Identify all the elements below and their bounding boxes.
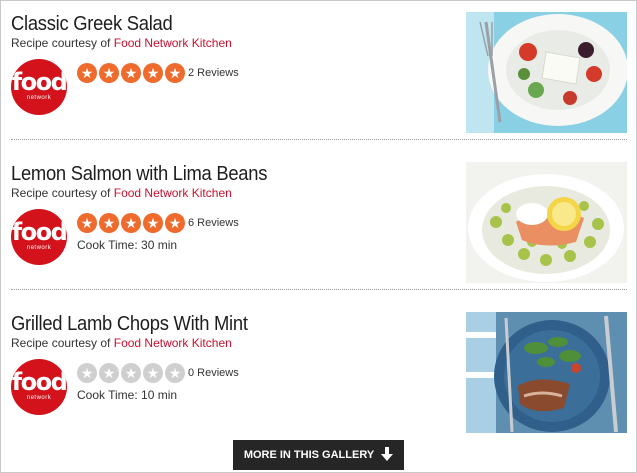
- star-rating: ★ ★ ★ ★ ★ 6 Reviews: [77, 213, 239, 233]
- review-count[interactable]: 6 Reviews: [188, 217, 239, 229]
- more-in-gallery-button[interactable]: MORE IN THIS GALLERY: [233, 440, 404, 470]
- star-icon: ★: [165, 63, 185, 83]
- recipe-photo[interactable]: [466, 312, 627, 433]
- courtesy-prefix: Recipe courtesy of: [11, 336, 111, 350]
- star-rating: ★ ★ ★ ★ ★ 2 Reviews: [77, 63, 239, 83]
- star-icon: ★: [99, 363, 119, 383]
- food-network-logo: food network: [11, 209, 67, 265]
- arrow-down-icon: [381, 446, 394, 464]
- star-icon: ★: [165, 363, 185, 383]
- star-icon: ★: [121, 213, 141, 233]
- recipe-card[interactable]: Grilled Lamb Chops With Mint Recipe cour…: [11, 312, 627, 434]
- logo-subtitle: network: [26, 245, 52, 251]
- star-icon: ★: [77, 213, 97, 233]
- star-icon: ★: [99, 213, 119, 233]
- star-icon: ★: [143, 363, 163, 383]
- divider: [11, 289, 627, 290]
- courtesy-prefix: Recipe courtesy of: [11, 36, 111, 50]
- recipe-courtesy: Recipe courtesy of Food Network Kitchen: [11, 36, 232, 50]
- recipe-title[interactable]: Classic Greek Salad: [11, 12, 173, 36]
- star-rating: ★ ★ ★ ★ ★ 0 Reviews: [77, 363, 239, 383]
- star-icon: ★: [99, 63, 119, 83]
- source-link[interactable]: Food Network Kitchen: [114, 36, 232, 50]
- logo-subtitle: network: [26, 395, 52, 401]
- recipe-card[interactable]: Classic Greek Salad Recipe courtesy of F…: [11, 12, 627, 134]
- review-count[interactable]: 0 Reviews: [188, 367, 239, 379]
- star-icon: ★: [77, 363, 97, 383]
- cook-time: Cook Time: 30 min: [77, 238, 178, 252]
- recipe-gallery: Classic Greek Salad Recipe courtesy of F…: [0, 0, 637, 473]
- recipe-photo[interactable]: [466, 12, 627, 133]
- more-button-label: MORE IN THIS GALLERY: [243, 449, 375, 461]
- logo-wordmark: food: [11, 368, 67, 396]
- source-link[interactable]: Food Network Kitchen: [114, 186, 232, 200]
- source-link[interactable]: Food Network Kitchen: [114, 336, 232, 350]
- logo-wordmark: food: [11, 218, 67, 246]
- divider: [11, 139, 627, 140]
- courtesy-prefix: Recipe courtesy of: [11, 186, 111, 200]
- review-count[interactable]: 2 Reviews: [188, 67, 239, 79]
- star-icon: ★: [165, 213, 185, 233]
- star-icon: ★: [121, 363, 141, 383]
- recipe-title[interactable]: Lemon Salmon with Lima Beans: [11, 162, 267, 186]
- star-icon: ★: [143, 63, 163, 83]
- recipe-photo[interactable]: [466, 162, 627, 283]
- recipe-courtesy: Recipe courtesy of Food Network Kitchen: [11, 336, 232, 350]
- recipe-title[interactable]: Grilled Lamb Chops With Mint: [11, 312, 248, 336]
- food-network-logo: food network: [11, 59, 67, 115]
- logo-wordmark: food: [11, 68, 67, 96]
- star-icon: ★: [121, 63, 141, 83]
- star-icon: ★: [143, 213, 163, 233]
- logo-subtitle: network: [26, 95, 52, 101]
- recipe-card[interactable]: Lemon Salmon with Lima Beans Recipe cour…: [11, 162, 627, 284]
- star-icon: ★: [77, 63, 97, 83]
- food-network-logo: food network: [11, 359, 67, 415]
- recipe-courtesy: Recipe courtesy of Food Network Kitchen: [11, 186, 232, 200]
- cook-time: Cook Time: 10 min: [77, 388, 178, 402]
